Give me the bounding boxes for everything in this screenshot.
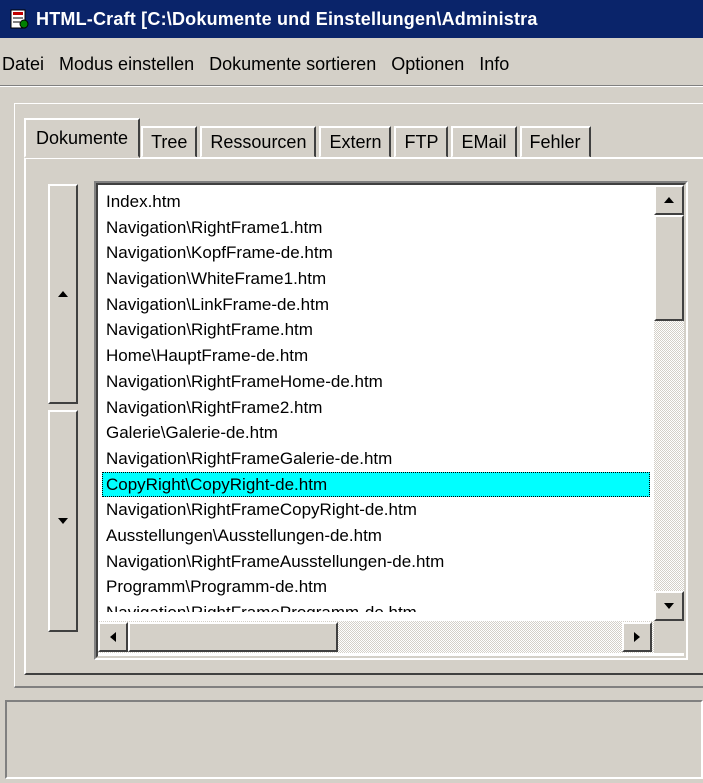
- status-panel: [5, 700, 703, 779]
- list-item[interactable]: Navigation\LinkFrame-de.htm: [102, 292, 650, 318]
- menu-separator: [0, 85, 703, 87]
- title-bar[interactable]: HTML-Craft [C:\Dokumente und Einstellung…: [0, 0, 703, 38]
- list-item[interactable]: Navigation\RightFrame2.htm: [102, 395, 650, 421]
- scroll-down-icon: [663, 602, 675, 610]
- list-item[interactable]: Programm\Programm-de.htm: [102, 574, 650, 600]
- list-item[interactable]: Navigation\RightFrameHome-de.htm: [102, 369, 650, 395]
- tab-fehler[interactable]: Fehler: [519, 126, 591, 158]
- menu-optionen[interactable]: Optionen: [384, 54, 472, 75]
- scroll-up-icon: [663, 196, 675, 204]
- horizontal-scroll-thumb[interactable]: [128, 622, 338, 652]
- scroll-down-button[interactable]: [654, 591, 684, 621]
- move-down-button[interactable]: [48, 410, 78, 632]
- triangle-down-icon: [57, 517, 69, 525]
- list-item[interactable]: Navigation\RightFrameCopyRight-de.htm: [102, 497, 650, 523]
- scroll-right-button[interactable]: [622, 622, 652, 652]
- tab-ressourcen[interactable]: Ressourcen: [200, 126, 317, 158]
- list-item[interactable]: Navigation\RightFrameAusstellungen-de.ht…: [102, 549, 650, 575]
- list-item[interactable]: Navigation\RightFrame1.htm: [102, 215, 650, 241]
- horizontal-scrollbar[interactable]: [98, 621, 654, 653]
- app-icon[interactable]: [8, 8, 30, 30]
- tab-strip: Dokumente Tree Ressourcen Extern FTP EMa…: [24, 118, 594, 158]
- vertical-scrollbar[interactable]: [654, 185, 684, 621]
- tab-tree[interactable]: Tree: [141, 126, 198, 158]
- triangle-up-icon: [57, 290, 69, 298]
- list-item[interactable]: Navigation\WhiteFrame1.htm: [102, 266, 650, 292]
- scroll-left-icon: [109, 631, 117, 643]
- list-item[interactable]: Navigation\RightFrameProgramm-de.htm: [102, 600, 650, 612]
- list-item[interactable]: Index.htm: [102, 189, 650, 215]
- menu-bar: Datei Modus einstellen Dokumente sortier…: [0, 47, 703, 81]
- listbox-border: Index.htm Navigation\RightFrame1.htm Navig…: [96, 183, 686, 658]
- menu-info[interactable]: Info: [472, 54, 517, 75]
- list-item[interactable]: Navigation\RightFrame.htm: [102, 317, 650, 343]
- scroll-right-icon: [633, 631, 641, 643]
- move-up-button[interactable]: [48, 184, 78, 404]
- scrollbar-corner: [654, 621, 684, 653]
- list-item[interactable]: Home\HauptFrame-de.htm: [102, 343, 650, 369]
- document-list[interactable]: Index.htm Navigation\RightFrame1.htm Navig…: [102, 189, 650, 612]
- scroll-left-button[interactable]: [98, 622, 128, 652]
- list-item[interactable]: Navigation\KopfFrame-de.htm: [102, 240, 650, 266]
- tab-email[interactable]: EMail: [451, 126, 517, 158]
- list-item[interactable]: Navigation\RightFrameGalerie-de.htm: [102, 446, 650, 472]
- tab-dokumente[interactable]: Dokumente: [24, 118, 141, 158]
- menu-dokumente-sortieren[interactable]: Dokumente sortieren: [202, 54, 384, 75]
- tab-ftp[interactable]: FTP: [394, 126, 449, 158]
- tab-extern[interactable]: Extern: [319, 126, 392, 158]
- menu-datei[interactable]: Datei: [0, 54, 52, 75]
- list-item-selected[interactable]: CopyRight\CopyRight-de.htm: [102, 471, 650, 498]
- menu-modus-einstellen[interactable]: Modus einstellen: [52, 54, 202, 75]
- window-title: HTML-Craft [C:\Dokumente und Einstellung…: [36, 8, 538, 29]
- document-listbox[interactable]: Index.htm Navigation\RightFrame1.htm Navig…: [94, 181, 688, 660]
- scroll-up-button[interactable]: [654, 185, 684, 215]
- vertical-scroll-thumb[interactable]: [654, 215, 684, 321]
- list-item[interactable]: Ausstellungen\Ausstellungen-de.htm: [102, 523, 650, 549]
- list-item[interactable]: Galerie\Galerie-de.htm: [102, 420, 650, 446]
